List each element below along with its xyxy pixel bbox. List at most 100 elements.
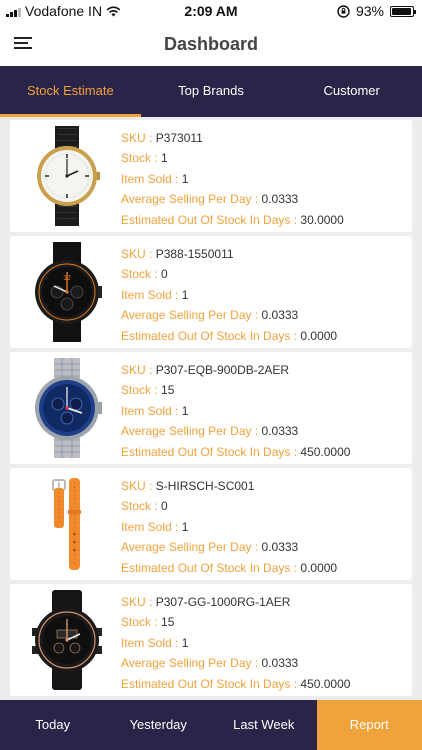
stock-row: Stock : 15: [121, 612, 350, 632]
item-sold-label: Item Sold :: [121, 635, 182, 650]
stock-row: Stock : 15: [121, 380, 350, 400]
orientation-lock-icon: [337, 4, 350, 18]
item-sold-label: Item Sold :: [121, 403, 182, 418]
tab-top-brands[interactable]: Top Brands: [141, 66, 282, 117]
stock-list[interactable]: SKU : P373011 Stock : 1 Item Sold : 1 Av…: [0, 117, 422, 700]
stock-value: 1: [161, 151, 168, 166]
sku-label: SKU :: [121, 247, 156, 261]
black-rose-gold-sport-watch-image: [32, 590, 102, 690]
est-out-row: Estimated Out Of Stock In Days : 0.0000: [121, 558, 337, 578]
list-item[interactable]: SKU : P373011 Stock : 1 Item Sold : 1 Av…: [10, 120, 412, 232]
list-item[interactable]: SKU : P307-EQB-900DB-2AER Stock : 15 Ite…: [10, 352, 412, 464]
est-out-value: 450.0000: [300, 444, 351, 459]
app-header: Dashboard: [0, 22, 422, 66]
list-item[interactable]: SKU : P307-GG-1000RG-1AER Stock : 15 Ite…: [10, 584, 412, 696]
list-item[interactable]: 12 SKU : P388-1550011 Stock : 0 Item Sol…: [10, 236, 412, 348]
sku-row: SKU : S-HIRSCH-SC001: [121, 476, 337, 496]
stock-row: Stock : 1: [121, 148, 344, 168]
est-out-value: 30.0000: [300, 212, 344, 227]
avg-selling-value: 0.0333: [261, 192, 299, 207]
stock-row: Stock : 0: [121, 496, 337, 516]
tab-bar: Stock Estimate Top Brands Customer: [0, 66, 422, 117]
avg-selling-label: Average Selling Per Day :: [121, 192, 262, 207]
avg-selling-value: 0.0333: [261, 424, 299, 439]
stock-value: 0: [161, 499, 168, 514]
gold-dress-watch-image: [37, 126, 100, 226]
sku-label: SKU :: [121, 595, 156, 609]
item-info: SKU : S-HIRSCH-SC001 Stock : 0 Item Sold…: [121, 476, 337, 578]
est-out-label: Estimated Out Of Stock In Days :: [121, 212, 301, 227]
avg-selling-value: 0.0333: [261, 308, 299, 323]
sku-value: P307-EQB-900DB-2AER: [155, 363, 290, 377]
battery-fill: [392, 7, 411, 15]
nav-today[interactable]: Today: [0, 700, 106, 750]
sku-row: SKU : P307-GG-1000RG-1AER: [121, 592, 350, 612]
black-chronograph-watch-image: 12: [35, 242, 102, 342]
item-sold-label: Item Sold :: [121, 519, 182, 534]
item-sold-value: 1: [181, 519, 189, 534]
item-sold-value: 1: [181, 403, 189, 418]
avg-selling-label: Average Selling Per Day :: [121, 540, 262, 555]
status-bar: Vodafone IN 2:09 AM 93%: [0, 0, 422, 22]
est-out-row: Estimated Out Of Stock In Days : 30.0000: [121, 210, 344, 230]
stock-row: Stock : 0: [121, 264, 337, 284]
est-out-label: Estimated Out Of Stock In Days :: [121, 444, 301, 459]
sku-label: SKU :: [121, 479, 156, 493]
sku-value: P388-1550011: [155, 247, 234, 261]
avg-selling-row: Average Selling Per Day : 0.0333: [121, 305, 337, 325]
item-sold-row: Item Sold : 1: [121, 401, 350, 421]
item-info: SKU : P307-EQB-900DB-2AER Stock : 15 Ite…: [121, 360, 350, 462]
tab-customer[interactable]: Customer: [281, 66, 422, 117]
est-out-row: Estimated Out Of Stock In Days : 0.0000: [121, 326, 337, 346]
avg-selling-label: Average Selling Per Day :: [121, 656, 262, 671]
status-right: 93%: [337, 3, 416, 19]
sku-row: SKU : P373011: [121, 128, 344, 148]
avg-selling-row: Average Selling Per Day : 0.0333: [121, 421, 350, 441]
sku-label: SKU :: [121, 363, 156, 377]
nav-report[interactable]: Report: [316, 700, 422, 750]
nav-last-week[interactable]: Last Week: [211, 700, 317, 750]
item-info: SKU : P373011 Stock : 1 Item Sold : 1 Av…: [121, 128, 344, 230]
stock-value: 15: [161, 615, 175, 630]
orange-watch-strap-image: [52, 478, 81, 570]
est-out-row: Estimated Out Of Stock In Days : 450.000…: [121, 442, 350, 462]
stock-value: 15: [161, 383, 175, 398]
est-out-value: 0.0000: [300, 328, 338, 343]
est-out-label: Estimated Out Of Stock In Days :: [121, 560, 301, 575]
avg-selling-row: Average Selling Per Day : 0.0333: [121, 537, 337, 557]
item-info: SKU : P307-GG-1000RG-1AER Stock : 15 Ite…: [121, 592, 350, 694]
item-sold-label: Item Sold :: [121, 287, 182, 302]
steel-blue-chronograph-watch-image: [35, 358, 102, 458]
sku-row: SKU : P388-1550011: [121, 244, 337, 264]
item-sold-value: 1: [181, 635, 189, 650]
stock-value: 0: [161, 267, 168, 282]
avg-selling-label: Average Selling Per Day :: [121, 308, 262, 323]
avg-selling-value: 0.0333: [261, 540, 299, 555]
item-sold-row: Item Sold : 1: [121, 517, 337, 537]
sku-value: P307-GG-1000RG-1AER: [155, 595, 291, 609]
stock-label: Stock :: [121, 151, 162, 166]
battery-percent: 93%: [355, 3, 384, 19]
bottom-nav: Today Yesterday Last Week Report: [0, 700, 422, 750]
sku-label: SKU :: [121, 131, 156, 145]
est-out-label: Estimated Out Of Stock In Days :: [121, 328, 301, 343]
list-item[interactable]: SKU : S-HIRSCH-SC001 Stock : 0 Item Sold…: [10, 468, 412, 580]
item-sold-label: Item Sold :: [121, 171, 182, 186]
battery-icon: [390, 5, 416, 17]
avg-selling-row: Average Selling Per Day : 0.0333: [121, 653, 350, 673]
est-out-value: 450.0000: [300, 676, 351, 691]
nav-yesterday[interactable]: Yesterday: [106, 700, 212, 750]
item-sold-row: Item Sold : 1: [121, 285, 337, 305]
est-out-row: Estimated Out Of Stock In Days : 450.000…: [121, 674, 350, 694]
stock-label: Stock :: [121, 615, 162, 630]
sku-value: P373011: [155, 131, 203, 145]
sku-value: S-HIRSCH-SC001: [155, 479, 255, 493]
item-sold-value: 1: [181, 171, 189, 186]
avg-selling-value: 0.0333: [261, 656, 299, 671]
avg-selling-row: Average Selling Per Day : 0.0333: [121, 189, 344, 209]
est-out-value: 0.0000: [300, 560, 338, 575]
stock-label: Stock :: [121, 383, 162, 398]
sku-row: SKU : P307-EQB-900DB-2AER: [121, 360, 350, 380]
tab-stock-estimate[interactable]: Stock Estimate: [0, 66, 141, 117]
avg-selling-label: Average Selling Per Day :: [121, 424, 262, 439]
